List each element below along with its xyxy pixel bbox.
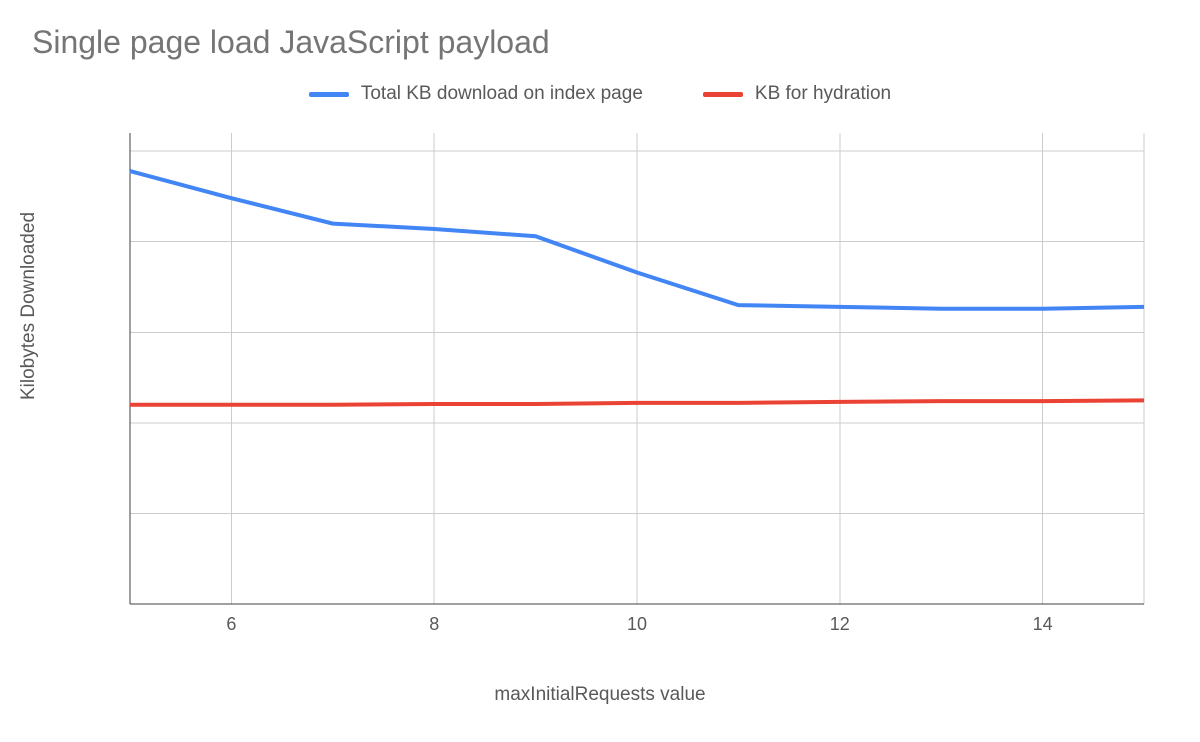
x-tick-label: 10 bbox=[627, 614, 647, 634]
legend-item-total: Total KB download on index page bbox=[309, 83, 643, 105]
legend-label: Total KB download on index page bbox=[361, 83, 643, 105]
x-tick-label: 6 bbox=[226, 614, 236, 634]
plot-area: 02505007501000125068101214 bbox=[122, 119, 1148, 644]
legend: Total KB download on index page KB for h… bbox=[32, 83, 1168, 105]
chart-container: Single page load JavaScript payload Tota… bbox=[0, 0, 1200, 742]
x-tick-label: 14 bbox=[1033, 614, 1053, 634]
legend-swatch-red bbox=[703, 92, 743, 97]
chart-title: Single page load JavaScript payload bbox=[32, 24, 1168, 61]
x-tick-label: 8 bbox=[429, 614, 439, 634]
x-axis-label: maxInitialRequests value bbox=[32, 684, 1168, 706]
x-tick-label: 12 bbox=[830, 614, 850, 634]
y-axis-label: Kilobytes Downloaded bbox=[18, 212, 40, 400]
series-line bbox=[130, 400, 1144, 404]
legend-item-hydration: KB for hydration bbox=[703, 83, 891, 105]
chart-svg: 02505007501000125068101214 bbox=[122, 119, 1152, 644]
legend-label: KB for hydration bbox=[755, 83, 891, 105]
legend-swatch-blue bbox=[309, 92, 349, 97]
